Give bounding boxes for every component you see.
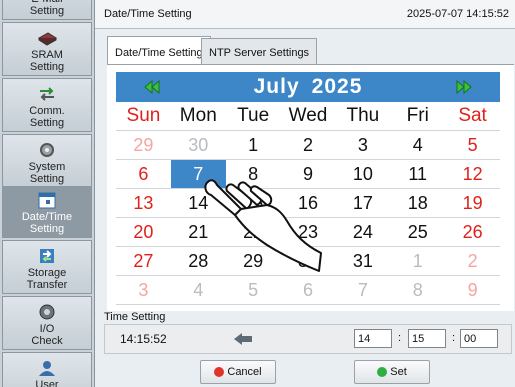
sidebar-item-io-check[interactable]: I/O Check	[2, 296, 92, 350]
day-cell[interactable]: 1	[226, 131, 281, 159]
calendar-week-row: 3456789	[116, 276, 500, 305]
sidebar-item-email-setting[interactable]: E-Mail Setting	[2, 0, 92, 20]
cancel-button-label: Cancel	[227, 366, 262, 378]
day-cell[interactable]: 2	[281, 131, 336, 159]
page-title: Date/Time Setting	[104, 8, 192, 20]
day-cell[interactable]: 5	[226, 276, 281, 304]
set-button-label: Set	[390, 366, 407, 378]
day-cell[interactable]: 7	[335, 276, 390, 304]
calendar-icon	[38, 192, 56, 209]
day-cell[interactable]: 1	[390, 247, 445, 275]
gear-icon	[40, 143, 54, 157]
month-year-label: July 2025	[116, 75, 500, 99]
day-cell[interactable]: 30	[171, 131, 226, 159]
io-icon	[39, 304, 55, 320]
day-cell[interactable]: 8	[390, 276, 445, 304]
sidebar-item-comm-setting[interactable]: Comm. Setting	[2, 78, 92, 132]
next-month-icon[interactable]	[455, 79, 473, 95]
check-icon	[377, 367, 388, 377]
weekday-label: Sat	[458, 105, 487, 126]
weekday-label: Fri	[406, 105, 429, 126]
day-cell[interactable]: 4	[171, 276, 226, 304]
sidebar-item-label: Date/Time Setting	[21, 211, 73, 235]
sidebar-item-label: I/O Check	[31, 323, 63, 347]
day-cell[interactable]: 27	[116, 247, 171, 275]
day-cell[interactable]: 3	[335, 131, 390, 159]
day-cell[interactable]: 6	[116, 160, 171, 188]
current-time: 14:15:52	[120, 332, 167, 346]
day-cell[interactable]: 19	[445, 189, 500, 217]
sidebar: E-Mail Setting SRAM Setting Comm. Settin…	[0, 0, 95, 387]
tab-datetime-setting[interactable]: Date/Time Setting	[107, 36, 211, 64]
tab-ntp-server-settings[interactable]: NTP Server Settings	[201, 38, 318, 64]
month-label: July	[253, 75, 300, 98]
cancel-icon	[214, 367, 225, 377]
transfer-icon	[40, 249, 54, 263]
sidebar-item-label: User Settings	[35, 379, 59, 387]
sidebar-item-storage-transfer[interactable]: Storage Transfer	[2, 240, 92, 294]
day-cell[interactable]: 25	[390, 218, 445, 246]
weekday-header-row: Sun Mon Tue Wed Thu Fri Sat	[116, 102, 500, 131]
weekday-label: Thu	[346, 105, 380, 126]
day-cell[interactable]: 13	[116, 189, 171, 217]
time-separator: :	[452, 332, 456, 344]
sidebar-item-sram-setting[interactable]: SRAM Setting	[2, 22, 92, 76]
arrow-left-icon[interactable]	[232, 331, 254, 347]
minute-field[interactable]: 15	[408, 329, 446, 348]
day-cell[interactable]: 2	[445, 247, 500, 275]
sidebar-item-label: Comm. Setting	[29, 105, 65, 129]
set-button[interactable]: Set	[354, 360, 430, 384]
weekday-label: Wed	[288, 105, 328, 126]
day-cell[interactable]: 26	[445, 218, 500, 246]
weekday-label: Mon	[179, 105, 217, 126]
clock-display: 2025-07-07 14:15:52	[406, 8, 509, 20]
day-cell[interactable]: 20	[116, 218, 171, 246]
day-cell[interactable]: 10	[335, 160, 390, 188]
network-icon	[40, 87, 54, 101]
title-bar: Date/Time Setting 2025-07-07 14:15:52	[95, 0, 515, 29]
day-cell[interactable]: 9	[445, 276, 500, 304]
second-field[interactable]: 00	[460, 329, 498, 348]
calendar-header: July 2025	[116, 72, 500, 102]
day-cell[interactable]: 24	[335, 218, 390, 246]
cancel-button[interactable]: Cancel	[200, 360, 276, 384]
weekday-label: Sun	[126, 105, 161, 126]
sidebar-item-datetime-setting[interactable]: Date/Time Setting	[2, 186, 92, 238]
hour-field[interactable]: 14	[354, 329, 392, 348]
day-cell[interactable]: 11	[390, 160, 445, 188]
day-cell[interactable]: 18	[390, 189, 445, 217]
sram-icon	[38, 32, 57, 46]
calendar-week-row: 29 30 1 2 3 4 5	[116, 131, 500, 160]
year-label: 2025	[311, 75, 363, 98]
day-cell[interactable]: 31	[335, 247, 390, 275]
user-icon	[39, 361, 55, 376]
day-cell[interactable]: 5	[445, 131, 500, 159]
day-cell[interactable]: 29	[116, 131, 171, 159]
day-cell[interactable]: 3	[116, 276, 171, 304]
sidebar-item-label: E-Mail Setting	[29, 0, 65, 17]
weekday-label: Tue	[237, 105, 270, 126]
time-setting-label: Time Setting	[104, 311, 166, 323]
sidebar-item-user-settings[interactable]: User Settings	[2, 352, 92, 387]
day-cell[interactable]: 6	[281, 276, 336, 304]
day-cell[interactable]: 17	[335, 189, 390, 217]
day-cell[interactable]: 12	[445, 160, 500, 188]
touch-hand-icon	[204, 179, 322, 272]
sidebar-item-system-setting[interactable]: System Setting	[2, 134, 92, 188]
time-separator: :	[398, 332, 402, 344]
day-cell[interactable]: 4	[390, 131, 445, 159]
sidebar-item-label: System Setting	[28, 161, 66, 185]
sidebar-item-label: Storage Transfer	[26, 267, 68, 291]
sidebar-item-label: SRAM Setting	[29, 49, 65, 73]
